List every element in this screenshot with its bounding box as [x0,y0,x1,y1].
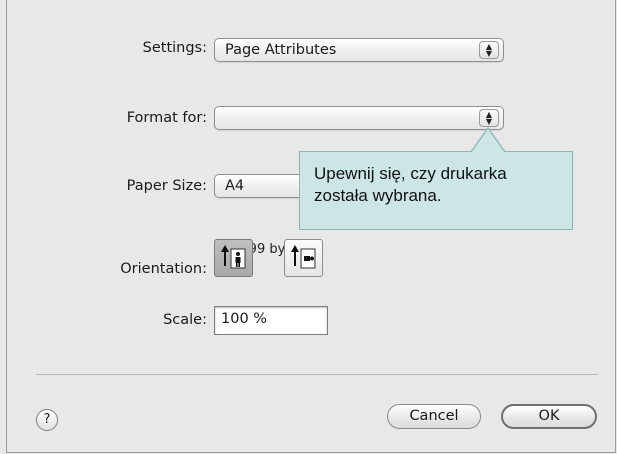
help-icon[interactable]: ? [36,409,58,431]
tooltip-pointer-fill [471,129,505,153]
paper-size-value: A4 [225,178,245,194]
settings-value: Page Attributes [225,42,337,58]
popup-arrows-icon: ▲▼ [479,41,499,59]
orientation-label: Orientation: [120,261,207,277]
cancel-button[interactable]: Cancel [387,404,481,429]
format-for-label: Format for: [126,110,207,126]
tooltip-text: Upewnij się, czy drukarka została wybran… [314,164,507,205]
ok-button[interactable]: OK [501,404,597,429]
scale-input[interactable]: 100 % [214,306,328,335]
settings-label: Settings: [142,40,207,56]
tooltip-callout: Upewnij się, czy drukarka została wybran… [299,151,573,230]
settings-popup[interactable]: Page Attributes ▲ ▼ [214,38,504,62]
landscape-orientation-icon [291,245,316,269]
scale-label: Scale: [163,312,207,328]
format-for-popup[interactable]: ▲ ▼ [214,106,504,130]
portrait-orientation-icon [221,245,246,269]
divider [36,374,598,375]
paper-size-label: Paper Size: [126,178,207,194]
landscape-orientation-button[interactable] [284,239,323,277]
portrait-orientation-button[interactable] [214,239,253,277]
popup-arrows-icon: ▲▼ [479,109,499,127]
